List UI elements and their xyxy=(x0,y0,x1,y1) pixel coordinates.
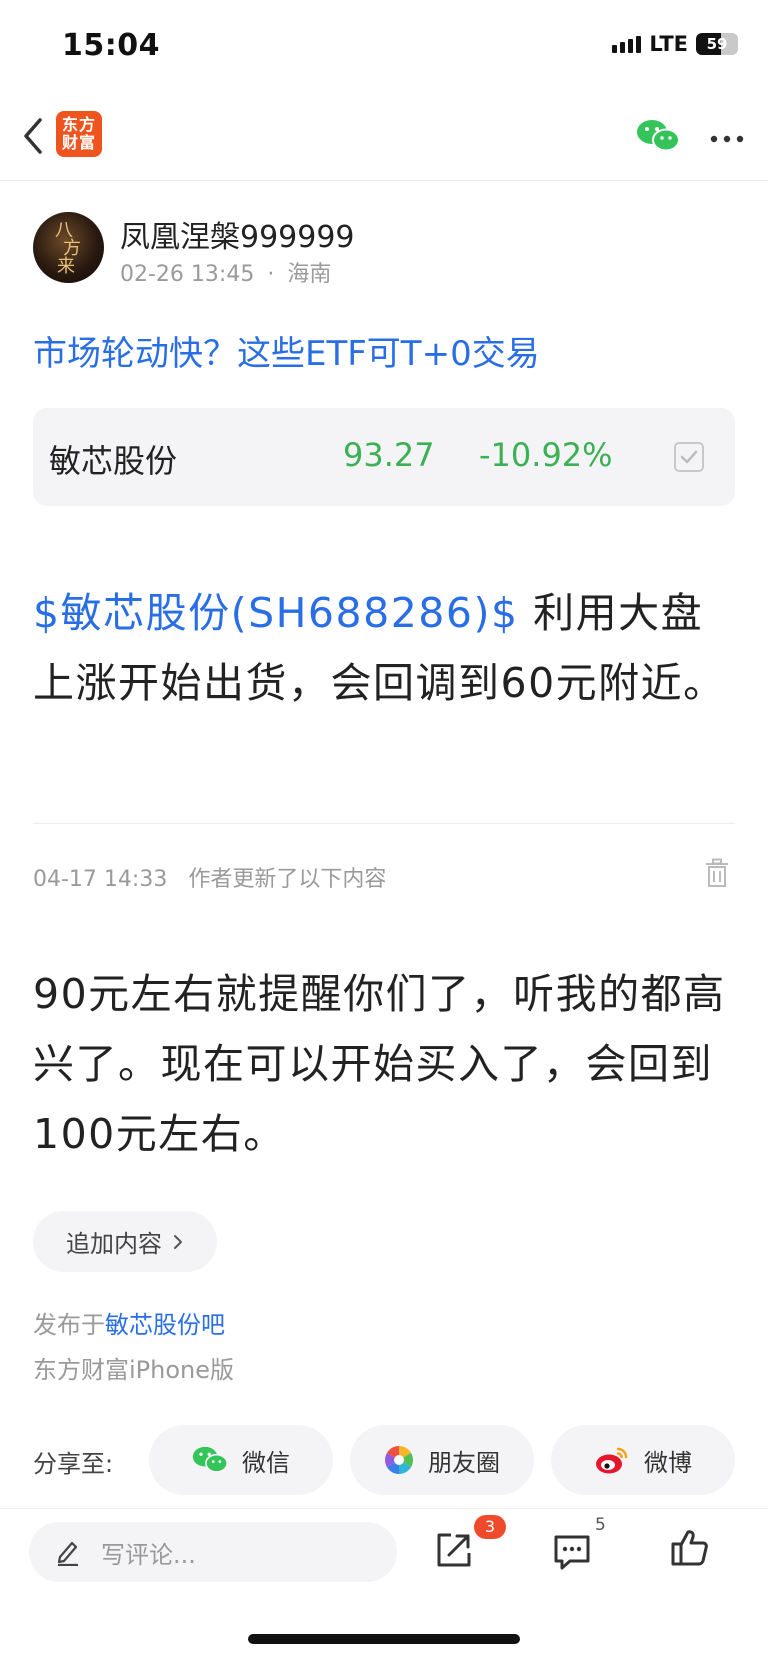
comment-icon xyxy=(554,1535,590,1570)
wechat-icon xyxy=(192,1446,228,1473)
client-source: 东方财富iPhone版 xyxy=(33,1356,235,1384)
comment-count: 5 xyxy=(595,1515,606,1535)
app-logo[interactable]: 东方 财富 xyxy=(56,111,102,157)
logo-text-bottom: 财富 xyxy=(61,133,96,152)
update-time: 04-17 14:33 xyxy=(33,867,168,892)
chevron-right-icon xyxy=(174,1234,182,1249)
wechat-share-button[interactable] xyxy=(636,118,680,154)
wechat-icon xyxy=(637,120,680,152)
source-prefix: 发布于 xyxy=(33,1311,105,1339)
stock-name: 敏芯股份 xyxy=(49,442,178,480)
trash-icon xyxy=(706,858,728,887)
share-count-badge: 3 xyxy=(474,1515,506,1539)
status-indicators: LTE 59 xyxy=(612,32,738,56)
source-line: 发布于敏芯股份吧 xyxy=(33,1305,225,1340)
check-icon xyxy=(680,450,698,464)
share-wechat-button[interactable]: 微信 xyxy=(149,1425,333,1495)
more-dots-icon xyxy=(710,135,744,143)
append-content-button[interactable]: 追加内容 xyxy=(33,1211,217,1272)
post-date: 02-26 13:45 xyxy=(120,262,255,287)
moments-icon xyxy=(385,1446,413,1474)
network-type: LTE xyxy=(649,32,688,56)
append-label: 追加内容 xyxy=(66,1230,162,1258)
comment-input[interactable]: 写评论... xyxy=(29,1522,397,1582)
share-button[interactable] xyxy=(434,1530,474,1570)
share-wechat-label: 微信 xyxy=(242,1448,290,1477)
logo-text-top: 东方 xyxy=(61,115,96,134)
more-button[interactable] xyxy=(710,130,744,143)
stock-price: 93.27 xyxy=(343,436,435,474)
comments-button[interactable] xyxy=(552,1532,592,1572)
update-body: 90元左右就提醒你们了，听我的都高兴了。现在可以开始买入了，会回到100元左右。 xyxy=(33,970,726,1158)
home-indicator xyxy=(248,1634,520,1644)
meta-separator: · xyxy=(267,262,275,287)
status-time: 15:04 xyxy=(62,28,160,63)
share-moments-label: 朋友圈 xyxy=(428,1448,500,1477)
divider xyxy=(33,823,735,824)
thumbs-up-icon xyxy=(671,1530,708,1566)
post-body: $敏芯股份(SH688286)$ 利用大盘上涨开始出货，会回调到60元附近。 xyxy=(33,578,735,718)
post-location: 海南 xyxy=(287,262,332,287)
signal-icon xyxy=(612,35,642,53)
share-weibo-button[interactable]: 微博 xyxy=(551,1425,735,1495)
battery-icon: 59 xyxy=(696,33,738,55)
avatar[interactable]: 八 方 来 xyxy=(33,212,104,283)
stock-change: -10.92% xyxy=(479,436,613,474)
stock-tag-link[interactable]: $敏芯股份(SH688286)$ xyxy=(33,589,519,637)
promo-link[interactable]: 市场轮动快？这些ETF可T+0交易 xyxy=(33,326,540,375)
comment-placeholder: 写评论... xyxy=(101,1540,196,1569)
share-moments-button[interactable]: 朋友圈 xyxy=(350,1425,534,1495)
author-name[interactable]: 凤凰涅槃999999 xyxy=(120,212,355,256)
update-label: 作者更新了以下内容 xyxy=(188,867,387,892)
share-icon xyxy=(437,1533,471,1567)
chevron-left-icon xyxy=(24,118,42,154)
weibo-icon xyxy=(596,1447,628,1474)
share-weibo-label: 微博 xyxy=(644,1448,692,1477)
post-meta: 02-26 13:45 · 海南 xyxy=(120,256,331,288)
share-label: 分享至: xyxy=(33,1450,114,1478)
add-watchlist-checkbox[interactable] xyxy=(674,442,704,472)
forum-link[interactable]: 敏芯股份吧 xyxy=(105,1311,225,1339)
update-meta: 04-17 14:33 作者更新了以下内容 xyxy=(33,861,386,893)
battery-level: 59 xyxy=(706,35,728,53)
pencil-icon xyxy=(57,1541,78,1566)
back-button[interactable] xyxy=(18,114,48,158)
delete-button[interactable] xyxy=(704,858,730,888)
like-button[interactable] xyxy=(670,1528,710,1568)
